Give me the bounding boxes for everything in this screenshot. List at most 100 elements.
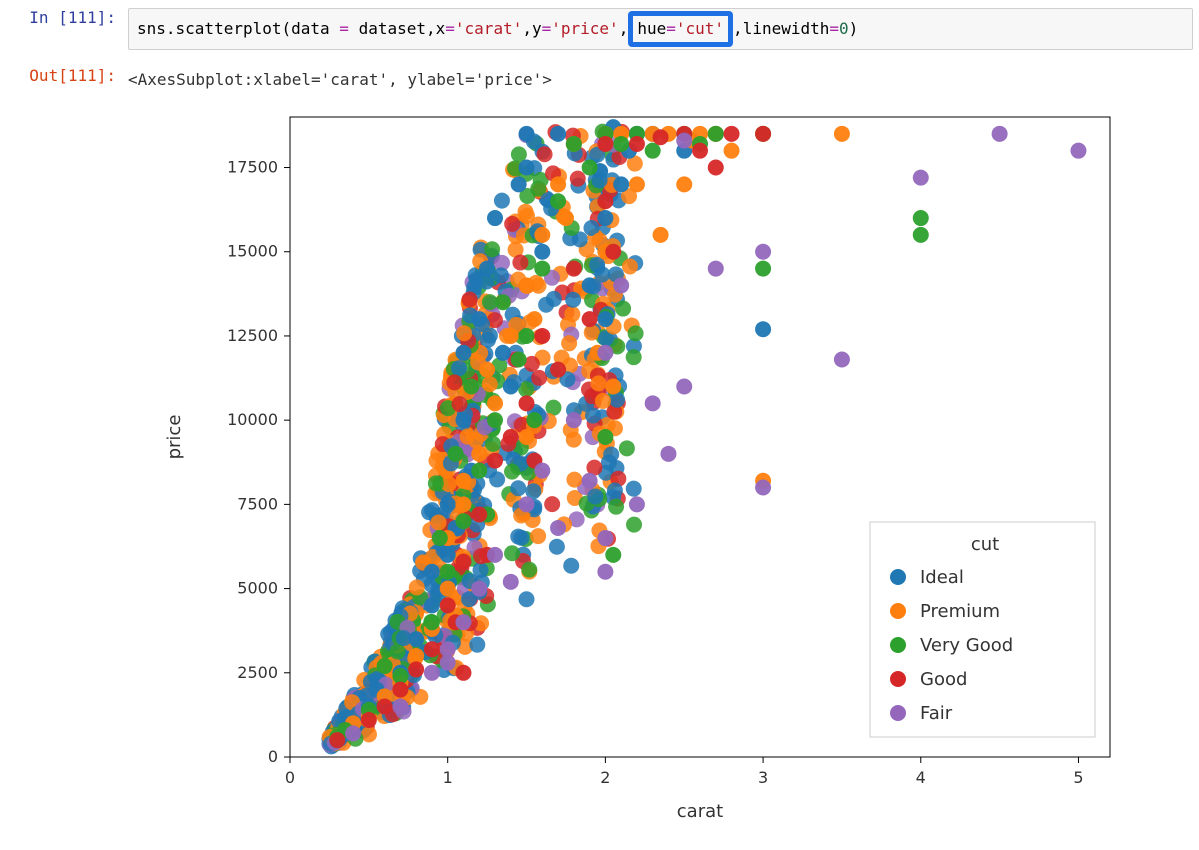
data-point [440,563,456,579]
highlight-box: hue='cut' [628,11,733,47]
legend-marker [890,569,906,585]
data-point [622,258,638,274]
data-point [550,176,566,192]
data-point [482,376,498,392]
data-point [463,378,479,394]
x-tick-label: 2 [600,768,610,787]
data-point [676,378,692,394]
data-point [1070,142,1086,158]
scatter-plot: 012345carat02500500075001000012500150001… [120,107,1130,827]
data-point [479,260,495,276]
data-point [913,210,929,226]
data-point [561,335,577,351]
data-point [487,452,503,468]
jupyter-notebook: In [111]: sns.scatterplot(data = dataset… [0,0,1199,831]
data-point [566,136,582,152]
y-tick-label: 15000 [227,241,278,260]
data-point [408,631,424,647]
code-cell[interactable]: In [111]: sns.scatterplot(data = dataset… [0,0,1199,58]
data-point [519,208,535,224]
data-point [471,506,487,522]
data-point [613,136,629,152]
data-point [504,545,520,561]
code-token: = [339,19,349,38]
y-tick-label: 5000 [237,578,278,597]
data-point [455,664,471,680]
chart-output: 012345carat02500500075001000012500150001… [120,107,1199,831]
code-token: dataset,x [349,19,445,38]
data-point [913,169,929,185]
data-point [582,277,598,293]
data-point [409,579,425,595]
code-token: = [666,19,676,38]
y-tick-label: 7500 [237,494,278,513]
data-point [487,546,503,562]
y-tick-label: 12500 [227,326,278,345]
y-tick-label: 2500 [237,662,278,681]
data-point [550,361,566,377]
data-point [455,472,471,488]
data-point [587,488,603,504]
data-point [526,311,542,327]
x-tick-label: 4 [916,768,926,787]
data-point [484,241,500,257]
data-point [510,528,526,544]
legend-title: cut [971,534,999,555]
data-point [597,136,613,152]
data-point [519,125,535,141]
data-point [530,528,546,544]
data-point [534,328,550,344]
data-point [479,361,495,377]
data-point [531,369,547,385]
data-point [534,243,550,259]
data-point [455,553,471,569]
code-token: ) [849,19,859,38]
data-point [526,412,542,428]
data-point [452,396,468,412]
data-point [431,514,447,530]
data-point [566,412,582,428]
data-point [676,176,692,192]
data-point [519,277,535,293]
code-token: hue [637,19,666,38]
data-point [584,324,600,340]
data-point [329,732,345,748]
data-point [485,435,501,451]
data-point [582,472,598,488]
data-point [519,159,535,175]
code-input[interactable]: sns.scatterplot(data = dataset,x='carat'… [128,8,1193,50]
data-point [605,546,621,562]
data-point [538,296,554,312]
data-point [550,125,566,141]
data-point [455,412,471,428]
legend-label: Very Good [920,635,1013,656]
data-point [563,557,579,573]
data-point [594,266,610,282]
data-point [676,132,692,148]
data-point [440,580,456,596]
data-point [440,654,456,670]
data-point [446,374,462,390]
data-point [487,210,503,226]
data-point [660,445,676,461]
data-point [708,125,724,141]
data-point [629,496,645,512]
data-point [724,125,740,141]
data-point [566,260,582,276]
data-point [605,378,621,394]
data-point [455,513,471,529]
data-point [424,664,440,680]
data-point [377,658,393,674]
code-token: = [445,19,455,38]
legend-label: Ideal [920,567,964,588]
data-point [377,698,393,714]
data-point [493,267,509,283]
data-point [550,193,566,209]
data-point [755,321,771,337]
data-point [519,395,535,411]
data-point [428,475,444,491]
data-point [607,482,623,498]
code-token: ,y [522,19,541,38]
data-point [565,291,581,307]
data-point [913,226,929,242]
